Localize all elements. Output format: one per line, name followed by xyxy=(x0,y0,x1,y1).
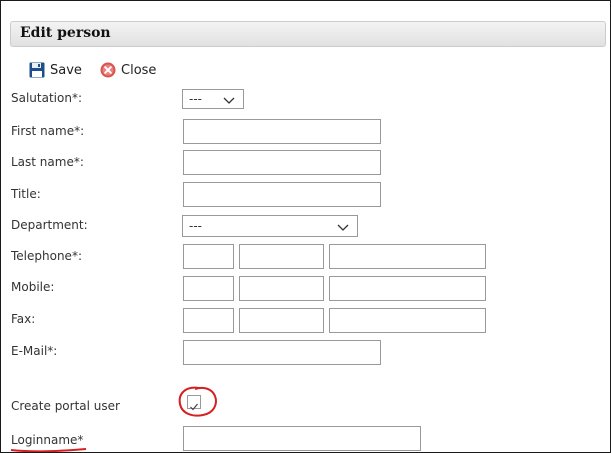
panel-header: Edit person xyxy=(10,21,606,47)
annotation-underline xyxy=(10,448,87,452)
page-title: Edit person xyxy=(20,25,111,41)
email-input[interactable] xyxy=(183,340,381,365)
title-input[interactable] xyxy=(183,182,381,207)
telephone-number-input[interactable] xyxy=(329,244,486,269)
telephone-area-code-input[interactable] xyxy=(239,244,324,269)
close-label: Close xyxy=(121,62,157,78)
create-portal-user-label: Create portal user xyxy=(11,399,120,413)
salutation-label: Salutation*: xyxy=(11,91,82,105)
salutation-select[interactable]: --- xyxy=(182,89,244,109)
loginname-label: Loginname* xyxy=(11,433,84,447)
save-button[interactable]: Save xyxy=(29,61,82,79)
last-name-label: Last name*: xyxy=(11,155,84,169)
telephone-country-code-input[interactable] xyxy=(183,244,234,269)
floppy-disk-icon xyxy=(29,62,45,78)
telephone-label: Telephone*: xyxy=(11,249,82,263)
mobile-country-code-input[interactable] xyxy=(183,276,234,301)
fax-country-code-input[interactable] xyxy=(183,308,234,333)
save-label: Save xyxy=(50,62,82,78)
create-portal-user-checkbox[interactable] xyxy=(187,395,201,411)
fax-number-input[interactable] xyxy=(329,308,486,333)
close-circle-icon xyxy=(100,62,116,78)
email-label: E-Mail*: xyxy=(11,344,58,358)
checkmark-icon xyxy=(189,397,199,416)
mobile-number-input[interactable] xyxy=(329,276,486,301)
department-select[interactable]: --- xyxy=(182,215,358,237)
title-label: Title: xyxy=(11,187,41,201)
last-name-input[interactable] xyxy=(183,150,381,175)
chevron-down-icon xyxy=(337,221,349,235)
mobile-area-code-input[interactable] xyxy=(239,276,324,301)
first-name-label: First name*: xyxy=(11,124,85,138)
department-value: --- xyxy=(189,219,202,233)
loginname-input[interactable] xyxy=(183,426,421,451)
fax-area-code-input[interactable] xyxy=(239,308,324,333)
first-name-input[interactable] xyxy=(183,119,381,144)
salutation-value: --- xyxy=(189,92,202,106)
fax-label: Fax: xyxy=(11,312,36,326)
chevron-down-icon xyxy=(223,94,235,108)
department-label: Department: xyxy=(11,218,88,232)
mobile-label: Mobile: xyxy=(11,280,55,294)
close-button[interactable]: Close xyxy=(100,61,156,79)
edit-person-panel: Edit person Save Close Salutation*: --- … xyxy=(0,0,611,453)
